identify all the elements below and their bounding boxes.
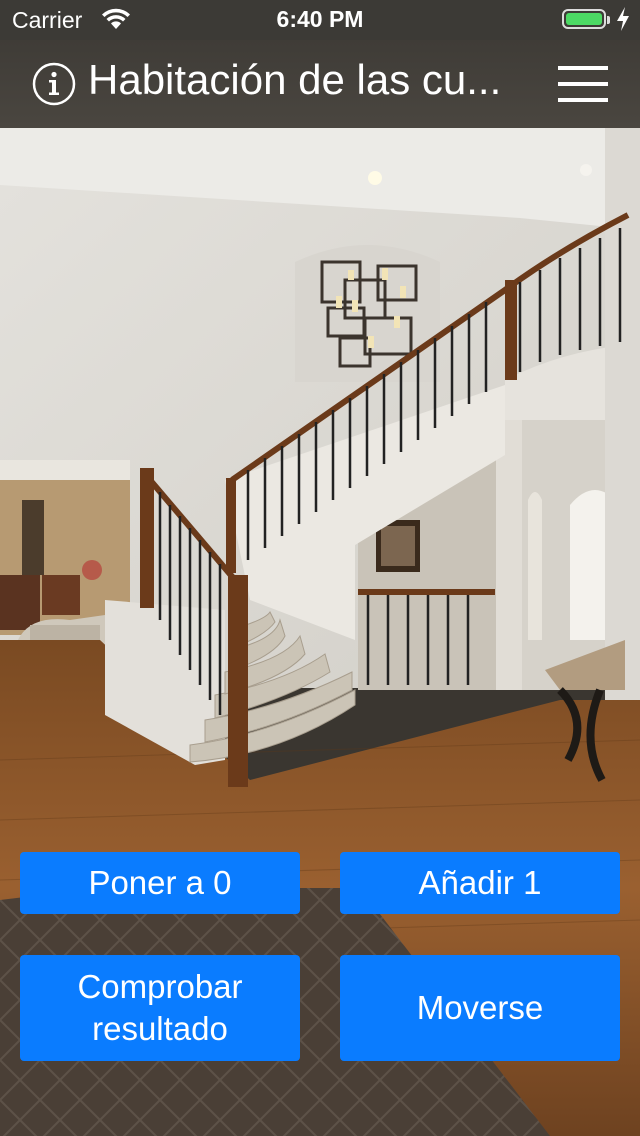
navigation-bar: Habitación de las cu... bbox=[0, 40, 640, 128]
check-result-button[interactable]: Comprobar resultado bbox=[20, 955, 300, 1061]
hamburger-menu-icon[interactable] bbox=[558, 66, 608, 104]
battery-icon bbox=[562, 9, 610, 29]
battery-level bbox=[566, 13, 602, 25]
add-one-button[interactable]: Añadir 1 bbox=[340, 852, 620, 914]
status-bar: Carrier 6:40 PM bbox=[0, 0, 640, 40]
clock: 6:40 PM bbox=[276, 6, 364, 32]
reset-button[interactable]: Poner a 0 bbox=[20, 852, 300, 914]
page-title: Habitación de las cu... bbox=[88, 56, 502, 103]
move-button[interactable]: Moverse bbox=[340, 955, 620, 1061]
info-icon[interactable] bbox=[32, 62, 76, 106]
charging-bolt-icon bbox=[617, 7, 629, 31]
